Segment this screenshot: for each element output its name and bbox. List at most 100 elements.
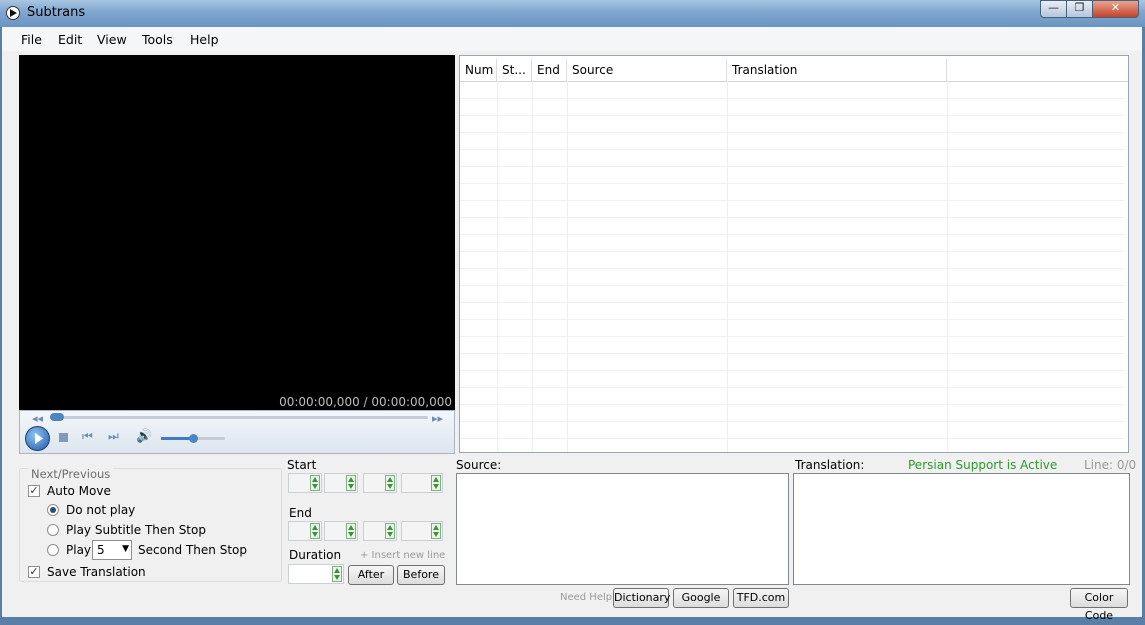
rewind-icon[interactable]: ◂◂ bbox=[32, 412, 43, 425]
tfd-button[interactable]: TFD.com bbox=[733, 588, 789, 608]
grid-body bbox=[460, 56, 1128, 452]
seconds-select[interactable]: 5 ▼ bbox=[92, 540, 132, 560]
grid-row-divider bbox=[460, 353, 1124, 354]
next-previous-legend: Next/Previous bbox=[28, 467, 114, 481]
dictionary-button[interactable]: Dictionary bbox=[613, 588, 670, 608]
start-time-field[interactable] bbox=[401, 473, 443, 493]
grid-row-divider bbox=[460, 370, 1124, 371]
grid-row-divider bbox=[460, 183, 1124, 184]
start-time-field[interactable] bbox=[324, 473, 358, 493]
menu-bar: File Edit View Tools Help bbox=[2, 27, 1142, 51]
end-time-field[interactable] bbox=[401, 521, 443, 541]
minimize-button[interactable]: — bbox=[1040, 0, 1067, 18]
insert-before-button[interactable]: Before bbox=[397, 565, 445, 585]
duration-input[interactable] bbox=[288, 564, 344, 584]
play-subtitle-radio[interactable] bbox=[47, 524, 59, 536]
spinner-icon[interactable] bbox=[385, 475, 395, 491]
grid-row-divider bbox=[460, 251, 1124, 252]
menu-help[interactable]: Help bbox=[190, 32, 219, 47]
translation-label: Translation: bbox=[795, 458, 865, 472]
play-subtitle-label: Play Subtitle Then Stop bbox=[66, 523, 206, 537]
do-not-play-label: Do not play bbox=[66, 503, 136, 517]
timecode: 00:00:00,000 / 00:00:00,000 bbox=[279, 395, 452, 409]
save-translation-label: Save Translation bbox=[47, 565, 146, 579]
volume-thumb[interactable] bbox=[189, 434, 198, 443]
grid-column-divider bbox=[567, 81, 568, 452]
insert-hint: + Insert new line bbox=[360, 550, 446, 561]
grid-row-divider bbox=[460, 234, 1124, 235]
end-time-field[interactable] bbox=[363, 521, 397, 541]
start-time-field[interactable] bbox=[363, 473, 397, 493]
source-label: Source: bbox=[456, 458, 502, 472]
play-icon[interactable] bbox=[25, 426, 50, 451]
menu-edit[interactable]: Edit bbox=[58, 32, 82, 47]
line-counter: Line: 0/0 bbox=[1084, 458, 1137, 472]
end-time-field[interactable] bbox=[324, 521, 358, 541]
grid-row-divider bbox=[460, 319, 1124, 320]
seconds-suffix-label: Second Then Stop bbox=[138, 543, 247, 557]
grid-row-divider bbox=[460, 115, 1124, 116]
subtitle-grid[interactable]: Num St... End Source Translation bbox=[459, 55, 1129, 453]
google-button[interactable]: Google bbox=[673, 588, 729, 608]
seconds-value: 5 bbox=[97, 543, 105, 557]
auto-move-label: Auto Move bbox=[47, 484, 111, 498]
seek-bar[interactable] bbox=[50, 413, 428, 421]
maximize-button[interactable]: ❐ bbox=[1066, 0, 1093, 18]
volume-slider[interactable] bbox=[161, 434, 225, 443]
video-display[interactable]: 00:00:00,000 / 00:00:00,000 bbox=[19, 55, 455, 411]
grid-row-divider bbox=[460, 285, 1124, 286]
menu-tools[interactable]: Tools bbox=[142, 32, 173, 47]
grid-row-divider bbox=[460, 217, 1124, 218]
grid-row-divider bbox=[460, 387, 1124, 388]
menu-view[interactable]: View bbox=[97, 32, 127, 47]
grid-column-divider bbox=[497, 81, 498, 452]
start-time-field[interactable] bbox=[288, 473, 322, 493]
app-icon bbox=[6, 6, 20, 20]
grid-row-divider bbox=[460, 421, 1124, 422]
end-label: End bbox=[289, 506, 312, 520]
source-textarea[interactable] bbox=[456, 473, 789, 585]
menu-file[interactable]: File bbox=[21, 32, 42, 47]
auto-move-checkbox[interactable]: ✓ bbox=[28, 485, 40, 497]
grid-column-divider bbox=[727, 81, 728, 452]
persian-status: Persian Support is Active bbox=[908, 458, 1058, 472]
grid-column-divider bbox=[947, 81, 948, 452]
grid-row-divider bbox=[460, 149, 1124, 150]
stop-icon[interactable] bbox=[59, 433, 68, 442]
grid-row-divider bbox=[460, 268, 1124, 269]
title-bar: Subtrans — ❐ ✕ bbox=[0, 0, 1145, 27]
grid-row-divider bbox=[460, 336, 1124, 337]
volume-icon[interactable]: 🔊 bbox=[136, 429, 152, 444]
grid-row-divider bbox=[460, 438, 1124, 439]
color-code-button[interactable]: Color Code bbox=[1070, 588, 1128, 622]
do-not-play-radio[interactable] bbox=[47, 504, 59, 516]
need-help-label: Need Help? bbox=[560, 592, 618, 603]
save-translation-checkbox[interactable]: ✓ bbox=[28, 566, 40, 578]
spinner-icon[interactable] bbox=[385, 523, 395, 539]
spinner-icon[interactable] bbox=[346, 523, 356, 539]
grid-column-divider bbox=[532, 81, 533, 452]
grid-row-divider bbox=[460, 98, 1124, 99]
spinner-icon[interactable] bbox=[310, 523, 320, 539]
end-time-field[interactable] bbox=[288, 521, 322, 541]
spinner-icon[interactable] bbox=[431, 523, 441, 539]
spinner-icon[interactable] bbox=[431, 475, 441, 491]
fast-forward-icon[interactable]: ▸▸ bbox=[432, 412, 443, 425]
grid-row-divider bbox=[460, 404, 1124, 405]
grid-row-divider bbox=[460, 302, 1124, 303]
translation-textarea[interactable] bbox=[793, 473, 1130, 585]
start-label: Start bbox=[287, 458, 317, 472]
previous-icon[interactable]: ⏮ bbox=[82, 429, 93, 444]
seek-thumb[interactable] bbox=[50, 413, 64, 421]
spinner-icon[interactable] bbox=[346, 475, 356, 491]
insert-after-button[interactable]: After bbox=[348, 565, 394, 585]
next-icon[interactable]: ⏭ bbox=[108, 429, 119, 444]
grid-row-divider bbox=[460, 132, 1124, 133]
play-seconds-radio[interactable] bbox=[47, 544, 59, 556]
chevron-down-icon: ▼ bbox=[122, 544, 129, 554]
spinner-icon[interactable] bbox=[310, 475, 320, 491]
window-title: Subtrans bbox=[27, 5, 86, 20]
close-button[interactable]: ✕ bbox=[1092, 0, 1139, 18]
grid-row-divider bbox=[460, 200, 1124, 201]
play-label: Play bbox=[66, 543, 92, 557]
